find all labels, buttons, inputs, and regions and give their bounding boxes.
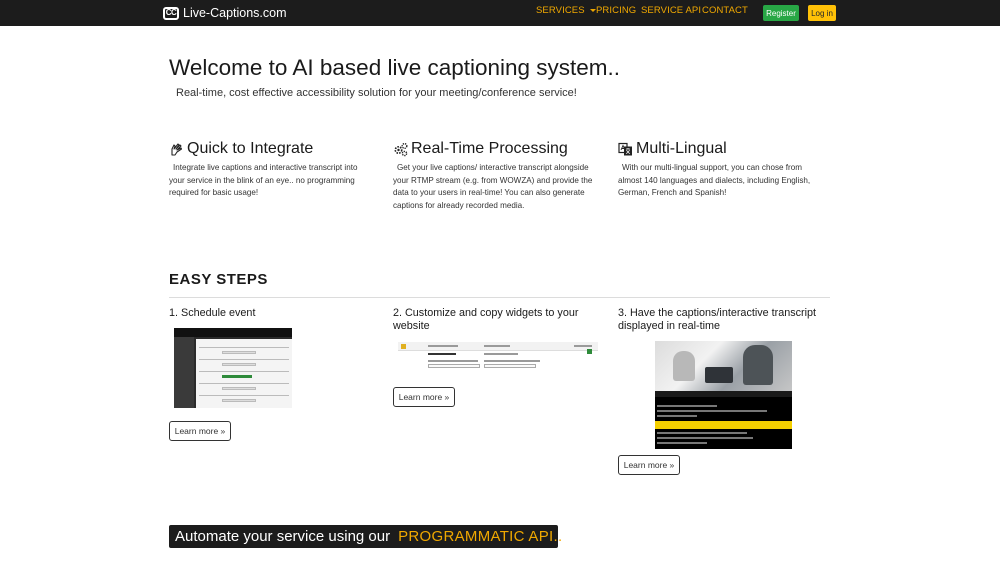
easy-steps-heading: EASY STEPS bbox=[169, 271, 268, 288]
feature-title: Real-Time Processing bbox=[411, 140, 568, 157]
step-2-title: 2. Customize and copy widgets to your we… bbox=[393, 307, 579, 332]
step-1-learn-more-button[interactable]: Learn more » bbox=[169, 421, 231, 441]
feature-text: Integrate live captions and interactive … bbox=[169, 163, 358, 197]
nav-services-dropdown[interactable]: SERVICES bbox=[536, 6, 596, 16]
section-divider bbox=[169, 297, 830, 298]
widgets-screenshot bbox=[398, 342, 598, 372]
feature-multi-lingual: Multi-Lingual With our multi-lingual sup… bbox=[618, 139, 823, 200]
top-navbar: CC Live-Captions.com SERVICES PRICING SE… bbox=[0, 0, 1000, 26]
nav-service-api[interactable]: SERVICE API bbox=[641, 6, 701, 16]
hero-title: Welcome to AI based live captioning syst… bbox=[169, 55, 621, 80]
brand-link[interactable]: CC Live-Captions.com bbox=[163, 5, 287, 21]
login-button[interactable]: Log in bbox=[808, 5, 836, 21]
nav-services-label: SERVICES bbox=[536, 5, 585, 16]
step-2-learn-more-button[interactable]: Learn more » bbox=[393, 387, 455, 407]
live-transcript-screenshot bbox=[655, 341, 792, 449]
step-3-title: 3. Have the captions/interactive transcr… bbox=[618, 307, 817, 332]
feature-title: Multi-Lingual bbox=[636, 140, 727, 157]
api-banner-accent: PROGRAMMATIC API.. bbox=[398, 527, 563, 545]
step-1-title: 1. Schedule event bbox=[169, 307, 256, 319]
feature-text: Get your live captions/ interactive tran… bbox=[393, 163, 593, 210]
nav-contact[interactable]: CONTACT bbox=[702, 6, 748, 16]
cc-logo-icon: CC bbox=[163, 6, 179, 20]
language-icon bbox=[618, 142, 633, 157]
feature-quick-integrate: Quick to Integrate Integrate live captio… bbox=[169, 139, 374, 200]
sign-language-icon bbox=[169, 142, 184, 157]
hero-subtitle: Real-time, cost effective accessibility … bbox=[176, 87, 577, 99]
brand-name: Live-Captions.com bbox=[183, 6, 287, 20]
register-button[interactable]: Register bbox=[763, 5, 799, 21]
programmatic-api-banner[interactable]: Automate your service using our PROGRAMM… bbox=[169, 525, 562, 548]
feature-title: Quick to Integrate bbox=[187, 140, 314, 157]
caret-down-icon bbox=[589, 8, 596, 12]
schedule-event-screenshot bbox=[174, 328, 292, 408]
feature-text: With our multi-lingual support, you can … bbox=[618, 163, 811, 197]
gears-icon bbox=[393, 142, 408, 157]
step-3-learn-more-button[interactable]: Learn more » bbox=[618, 455, 680, 475]
nav-pricing[interactable]: PRICING bbox=[596, 6, 636, 16]
feature-real-time-processing: Real-Time Processing Get your live capti… bbox=[393, 139, 598, 212]
api-banner-text: Automate your service using our bbox=[175, 527, 391, 545]
